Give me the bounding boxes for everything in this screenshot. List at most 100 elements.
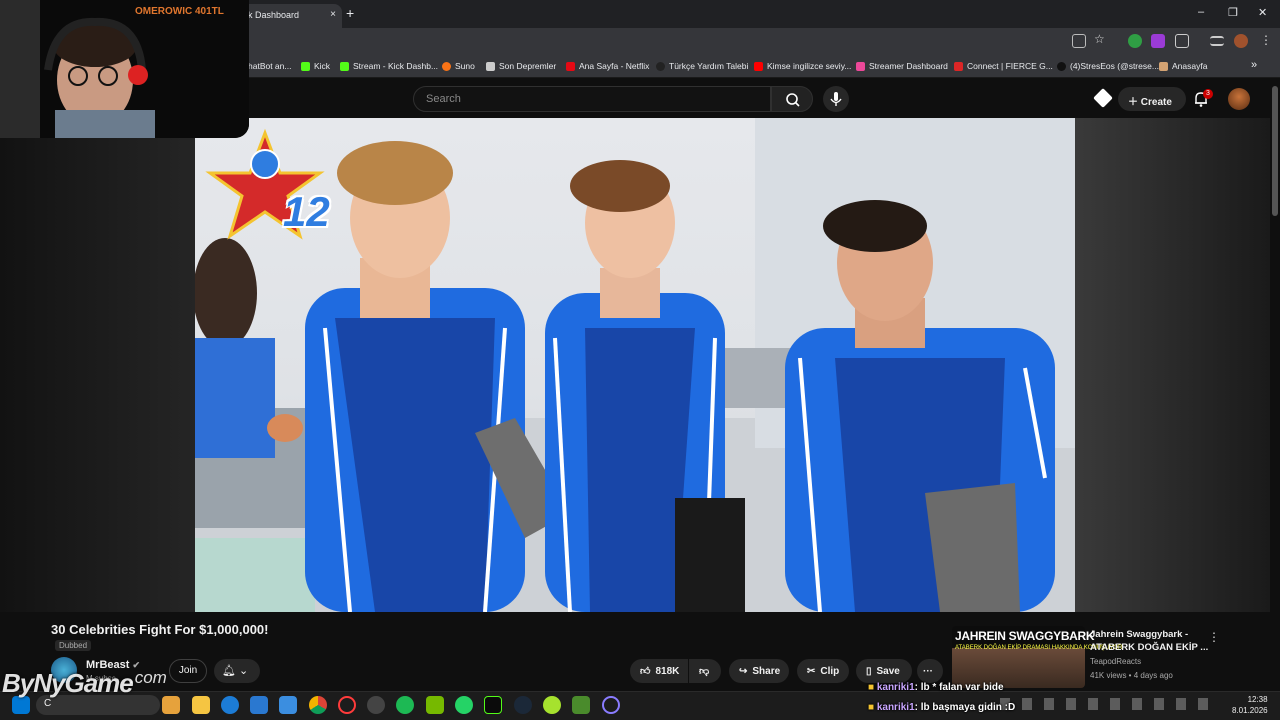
- bookmark-item[interactable]: (4)StresEos (@strese...: [1057, 61, 1159, 71]
- chat-text: : lb başmaya gidin :D: [914, 702, 1016, 713]
- share-button[interactable]: ↪ Share: [729, 659, 789, 683]
- thumbs-down-icon: 👎︎: [699, 666, 710, 677]
- bookmark-item[interactable]: Türkçe Yardım Talebi: [656, 61, 748, 71]
- extensions-puzzle-icon[interactable]: [1175, 34, 1189, 48]
- close-window-button[interactable]: ✕: [1258, 6, 1267, 19]
- like-button[interactable]: 👍︎ 818K: [630, 659, 688, 683]
- clip-button[interactable]: ✂ Clip: [797, 659, 849, 683]
- netflix-icon: [566, 61, 575, 71]
- bookmark-label: Kick: [314, 61, 331, 71]
- page-scrollbar[interactable]: [1272, 86, 1278, 216]
- system-tray-icons[interactable]: [1000, 698, 1220, 710]
- dubbed-badge: Dubbed: [55, 640, 92, 651]
- share-icon: ↪: [739, 665, 748, 677]
- bookmark-label: Anasayfa: [1172, 61, 1208, 71]
- minimize-button[interactable]: –: [1198, 6, 1204, 18]
- create-button[interactable]: ＋ Create: [1118, 87, 1186, 111]
- more-actions-button[interactable]: ···: [917, 659, 943, 683]
- like-count: 818K: [655, 665, 680, 677]
- recommended-menu-icon[interactable]: ⋮: [1208, 630, 1220, 644]
- share-label: Share: [752, 665, 781, 677]
- thumbnail-title-text: JAHREIN SWAGGYBARK: [955, 629, 1095, 643]
- browser-tab-active[interactable]: k Dashboard ×: [236, 4, 342, 28]
- bookmark-label: Kimse ingilizce seviy...: [767, 61, 852, 71]
- youtube-icon: [754, 61, 763, 71]
- video-title: 30 Celebrities Fight For $1,000,000!: [51, 622, 269, 637]
- bookmark-star-icon[interactable]: ☆: [1094, 32, 1108, 46]
- system-clock[interactable]: 12:38 8.01.2026: [1232, 694, 1268, 716]
- steam-icon[interactable]: [514, 696, 532, 714]
- voice-search-button[interactable]: [823, 86, 849, 112]
- file-explorer-icon[interactable]: [192, 696, 210, 714]
- extension-purple-icon[interactable]: [1151, 34, 1165, 48]
- bookmark-item[interactable]: Stream - Kick Dashb...: [340, 61, 438, 71]
- browser-menu-icon[interactable]: ⋮: [1260, 33, 1272, 47]
- whatsapp-icon[interactable]: [455, 696, 473, 714]
- bookmark-item[interactable]: hatBot an...: [248, 61, 291, 71]
- subscription-bell-button[interactable]: 🔔︎ ⌄: [214, 659, 260, 683]
- bookmark-item[interactable]: Connect | FIERCE G...: [954, 61, 1053, 71]
- join-button[interactable]: Join: [169, 659, 207, 683]
- new-tab-button[interactable]: +: [346, 5, 354, 21]
- clock-date: 8.01.2026: [1232, 706, 1268, 715]
- app-icon[interactable]: [602, 696, 620, 714]
- search-icon: [786, 93, 800, 107]
- bookmark-item[interactable]: Anasayfa: [1159, 61, 1207, 71]
- suno-icon: [442, 61, 451, 71]
- bookmark-item[interactable]: Kick: [301, 61, 330, 71]
- nvidia-icon[interactable]: [426, 696, 444, 714]
- opera-icon[interactable]: [338, 696, 356, 714]
- spotify-icon[interactable]: [396, 696, 414, 714]
- streamer-name: OMEROWIC 401TL: [135, 6, 224, 17]
- bookmark-item[interactable]: Suno: [442, 61, 475, 71]
- recommended-channel-name[interactable]: TeapodReacts: [1090, 657, 1141, 666]
- kick-icon: [340, 61, 349, 71]
- account-avatar[interactable]: [1228, 88, 1250, 110]
- install-app-icon[interactable]: [1072, 34, 1086, 48]
- minecraft-icon[interactable]: [572, 696, 590, 714]
- bookmark-label: Ana Sayfa - Netflix: [579, 61, 650, 71]
- kick-icon[interactable]: [484, 696, 502, 714]
- bookmark-label: Stream - Kick Dashb...: [353, 61, 439, 71]
- edge-icon[interactable]: [221, 696, 239, 714]
- outlook-icon[interactable]: [279, 696, 297, 714]
- obs-icon[interactable]: [367, 696, 385, 714]
- recommended-video-meta: 41K views • 4 days ago: [1090, 671, 1173, 680]
- widgets-icon[interactable]: [162, 696, 180, 714]
- bookmark-item[interactable]: Kimse ingilizce seviy...: [754, 61, 851, 71]
- profile-avatar-icon[interactable]: [1234, 34, 1248, 48]
- bookmark-item[interactable]: Ana Sayfa - Netflix: [566, 61, 649, 71]
- notification-badge: 3: [1203, 89, 1213, 99]
- recommended-video-title[interactable]: Jahrein Swaggybark - ATABERK DOĞAN EKİP …: [1090, 628, 1210, 654]
- search-input[interactable]: Search: [413, 86, 771, 112]
- save-playlist-icon: ▯: [866, 665, 872, 677]
- connect-icon: [954, 61, 963, 71]
- search-button[interactable]: [771, 86, 813, 112]
- tab-title: k Dashboard: [248, 10, 300, 20]
- home-icon: [1159, 61, 1168, 71]
- tab-close-icon[interactable]: ×: [330, 9, 336, 20]
- streamer-icon: [856, 61, 865, 71]
- video-player[interactable]: 12: [195, 118, 1075, 612]
- more-bookmarks-icon[interactable]: »: [1251, 59, 1257, 71]
- ambient-left: [0, 118, 195, 612]
- maximize-button[interactable]: ❐: [1228, 6, 1238, 19]
- bookmark-item[interactable]: Son Depremler: [486, 61, 556, 71]
- bookmark-label: Türkçe Yardım Talebi: [669, 61, 749, 71]
- save-label: Save: [876, 665, 900, 677]
- save-button[interactable]: ▯ Save: [856, 659, 912, 683]
- dislike-button[interactable]: 👎︎: [689, 659, 721, 683]
- extension-green-icon[interactable]: [1128, 34, 1142, 48]
- chat-badge-icon: ■: [868, 682, 877, 693]
- plus-icon: ＋: [1128, 97, 1141, 108]
- chat-badge-icon: ■: [868, 702, 877, 713]
- reading-list-icon[interactable]: [1210, 36, 1224, 46]
- tiktok-icon: [1057, 61, 1066, 71]
- create-label: Create: [1140, 97, 1172, 108]
- app-icon[interactable]: [543, 696, 561, 714]
- clip-label: Clip: [820, 665, 840, 677]
- store-icon[interactable]: [250, 696, 268, 714]
- chrome-icon[interactable]: [309, 696, 327, 714]
- bookmark-item[interactable]: Streamer Dashboard: [856, 61, 948, 71]
- streamer-camera: [0, 0, 249, 138]
